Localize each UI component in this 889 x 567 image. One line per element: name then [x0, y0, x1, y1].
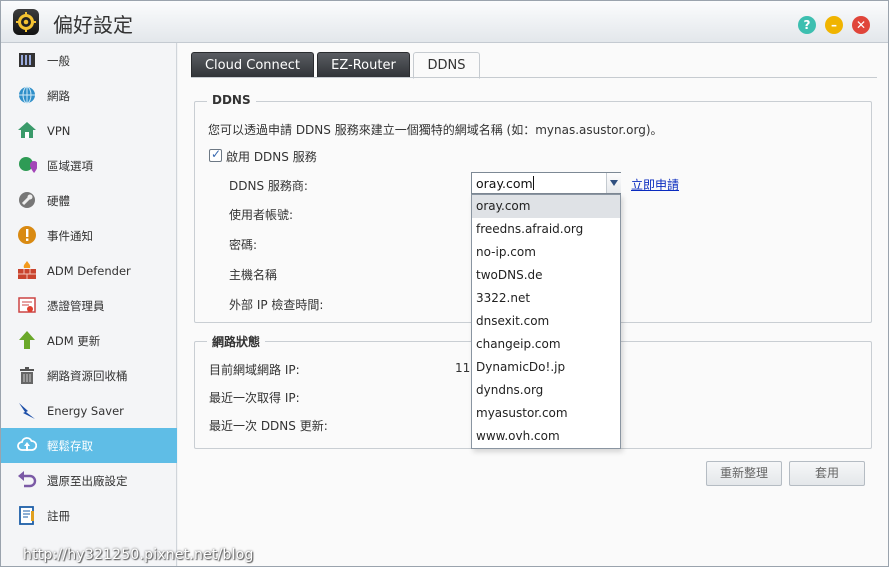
update-arrow-icon: [19, 331, 35, 349]
provider-option[interactable]: freedns.afraid.org: [472, 218, 620, 241]
provider-option[interactable]: oray.com: [472, 195, 620, 218]
window-title: 偏好設定: [53, 13, 133, 37]
tab-divider: [191, 77, 877, 78]
apply-button[interactable]: 套用: [789, 461, 865, 486]
blog-watermark: http://hy321250.pixnet.net/blog: [23, 547, 254, 563]
sidebar-item-label: 硬體: [47, 193, 70, 208]
provider-select[interactable]: oray.com: [471, 172, 621, 194]
checkmark-icon: ✓: [211, 147, 222, 161]
energy-bolt-icon: [19, 403, 35, 419]
trash-icon: [20, 367, 34, 384]
globe-icon: [19, 86, 35, 104]
provider-option[interactable]: 3322.net: [472, 287, 620, 310]
text-cursor: [533, 176, 534, 190]
cloud-upload-icon: [17, 437, 37, 451]
current-ip-label: 目前網域網路 IP:: [209, 363, 300, 377]
sidebar-item-certificate[interactable]: 憑證管理員: [1, 288, 177, 323]
apply-now-link[interactable]: 立即申請: [631, 176, 679, 193]
tab-ddns[interactable]: DDNS: [413, 52, 480, 79]
provider-option[interactable]: no-ip.com: [472, 241, 620, 264]
sidebar-item-region[interactable]: 區域選項: [1, 148, 177, 183]
sidebar-item-adm-defender[interactable]: ADM Defender: [1, 253, 177, 288]
provider-option[interactable]: dyndns.org: [472, 379, 620, 402]
username-label: 使用者帳號:: [229, 208, 294, 222]
app-settings-icon: [13, 9, 39, 35]
sidebar-item-label: 註冊: [47, 508, 70, 523]
provider-option[interactable]: DynamicDo!.jp: [472, 356, 620, 379]
sidebar-item-register[interactable]: 註冊: [1, 498, 177, 533]
sidebar-item-notification[interactable]: 事件通知: [1, 218, 177, 253]
sidebar-item-label: ADM Defender: [47, 263, 131, 278]
sidebar-item-label: 輕鬆存取: [47, 438, 93, 453]
sidebar-item-general[interactable]: 一般: [1, 43, 177, 78]
enable-ddns-label: 啟用 DDNS 服務: [226, 150, 317, 164]
sidebar-item-energy-saver[interactable]: Energy Saver: [1, 393, 177, 428]
sidebar-item-network[interactable]: 網路: [1, 78, 177, 113]
last-ip-label: 最近一次取得 IP:: [209, 391, 300, 405]
enable-ddns-checkbox[interactable]: ✓: [209, 147, 222, 162]
sidebar-item-label: VPN: [47, 123, 71, 138]
help-button[interactable]: ?: [798, 16, 816, 34]
certificate-icon: [18, 297, 36, 313]
sidebar-item-hardware[interactable]: 硬體: [1, 183, 177, 218]
server-icon: [19, 53, 35, 67]
provider-option[interactable]: myasustor.com: [472, 402, 620, 425]
sidebar-item-easy-access[interactable]: 輕鬆存取: [1, 428, 177, 463]
main-panel: Cloud Connect EZ-Router DDNS DDNS 您可以透過申…: [178, 43, 888, 566]
chevron-down-icon: [610, 180, 618, 186]
provider-option[interactable]: dnsexit.com: [472, 310, 620, 333]
minimize-button[interactable]: –: [825, 16, 843, 34]
provider-option[interactable]: changeip.com: [472, 333, 620, 356]
tab-ez-router[interactable]: EZ-Router: [317, 52, 410, 78]
restore-arrow-icon: [18, 471, 37, 488]
sidebar-item-label: 事件通知: [47, 228, 93, 243]
sidebar-item-label: 一般: [47, 53, 70, 68]
provider-dropdown-list: oray.com freedns.afraid.org no-ip.com tw…: [471, 194, 621, 449]
ddns-group-title: DDNS: [207, 93, 256, 107]
sidebar-item-recycle-bin[interactable]: 網路資源回收桶: [1, 358, 177, 393]
vpn-house-icon: [18, 122, 36, 138]
register-icon: [19, 506, 34, 525]
password-label: 密碼:: [229, 238, 258, 252]
sidebar-item-factory-reset[interactable]: 還原至出廠設定: [1, 463, 177, 498]
sidebar-item-label: ADM 更新: [47, 333, 101, 348]
region-map-pin-icon: [19, 157, 37, 173]
title-bar: 偏好設定 ? – ✕: [1, 1, 888, 43]
preferences-window: 偏好設定 ? – ✕ 一般 網路 VPN 區域選項 硬體 事件通知 ADM De…: [0, 0, 889, 567]
external-ip-check-label: 外部 IP 檢查時間:: [229, 298, 324, 312]
sidebar-item-vpn[interactable]: VPN: [1, 113, 177, 148]
sidebar-item-label: 網路: [47, 88, 70, 103]
hostname-label: 主機名稱: [229, 268, 278, 282]
sidebar-item-label: 憑證管理員: [47, 298, 105, 313]
sidebar-item-label: Energy Saver: [47, 403, 124, 418]
last-ddns-update-label: 最近一次 DDNS 更新:: [209, 419, 328, 433]
sidebar-item-label: 區域選項: [47, 158, 93, 173]
tab-cloud-connect[interactable]: Cloud Connect: [191, 52, 314, 78]
network-status-group-title: 網路狀態: [207, 333, 266, 350]
close-button[interactable]: ✕: [852, 16, 870, 34]
ddns-description: 您可以透過申請 DDNS 服務來建立一個獨特的網域名稱 (如：mynas.asu…: [208, 123, 663, 137]
sidebar: 一般 網路 VPN 區域選項 硬體 事件通知 ADM Defender 憑證管理…: [1, 43, 177, 566]
sidebar-item-label: 還原至出廠設定: [47, 473, 128, 488]
current-ip-value: 11: [455, 361, 471, 375]
provider-option[interactable]: www.ovh.com: [472, 425, 620, 448]
hardware-wrench-icon: [19, 192, 35, 208]
alert-icon: [18, 226, 36, 244]
sidebar-item-label: 網路資源回收桶: [47, 368, 128, 383]
firewall-icon: [18, 261, 36, 279]
provider-label: DDNS 服務商:: [229, 179, 308, 193]
dropdown-toggle[interactable]: [606, 173, 621, 193]
sidebar-item-adm-update[interactable]: ADM 更新: [1, 323, 177, 358]
refresh-button[interactable]: 重新整理: [706, 461, 782, 486]
provider-select-value: oray.com: [476, 176, 533, 191]
provider-option[interactable]: twoDNS.de: [472, 264, 620, 287]
